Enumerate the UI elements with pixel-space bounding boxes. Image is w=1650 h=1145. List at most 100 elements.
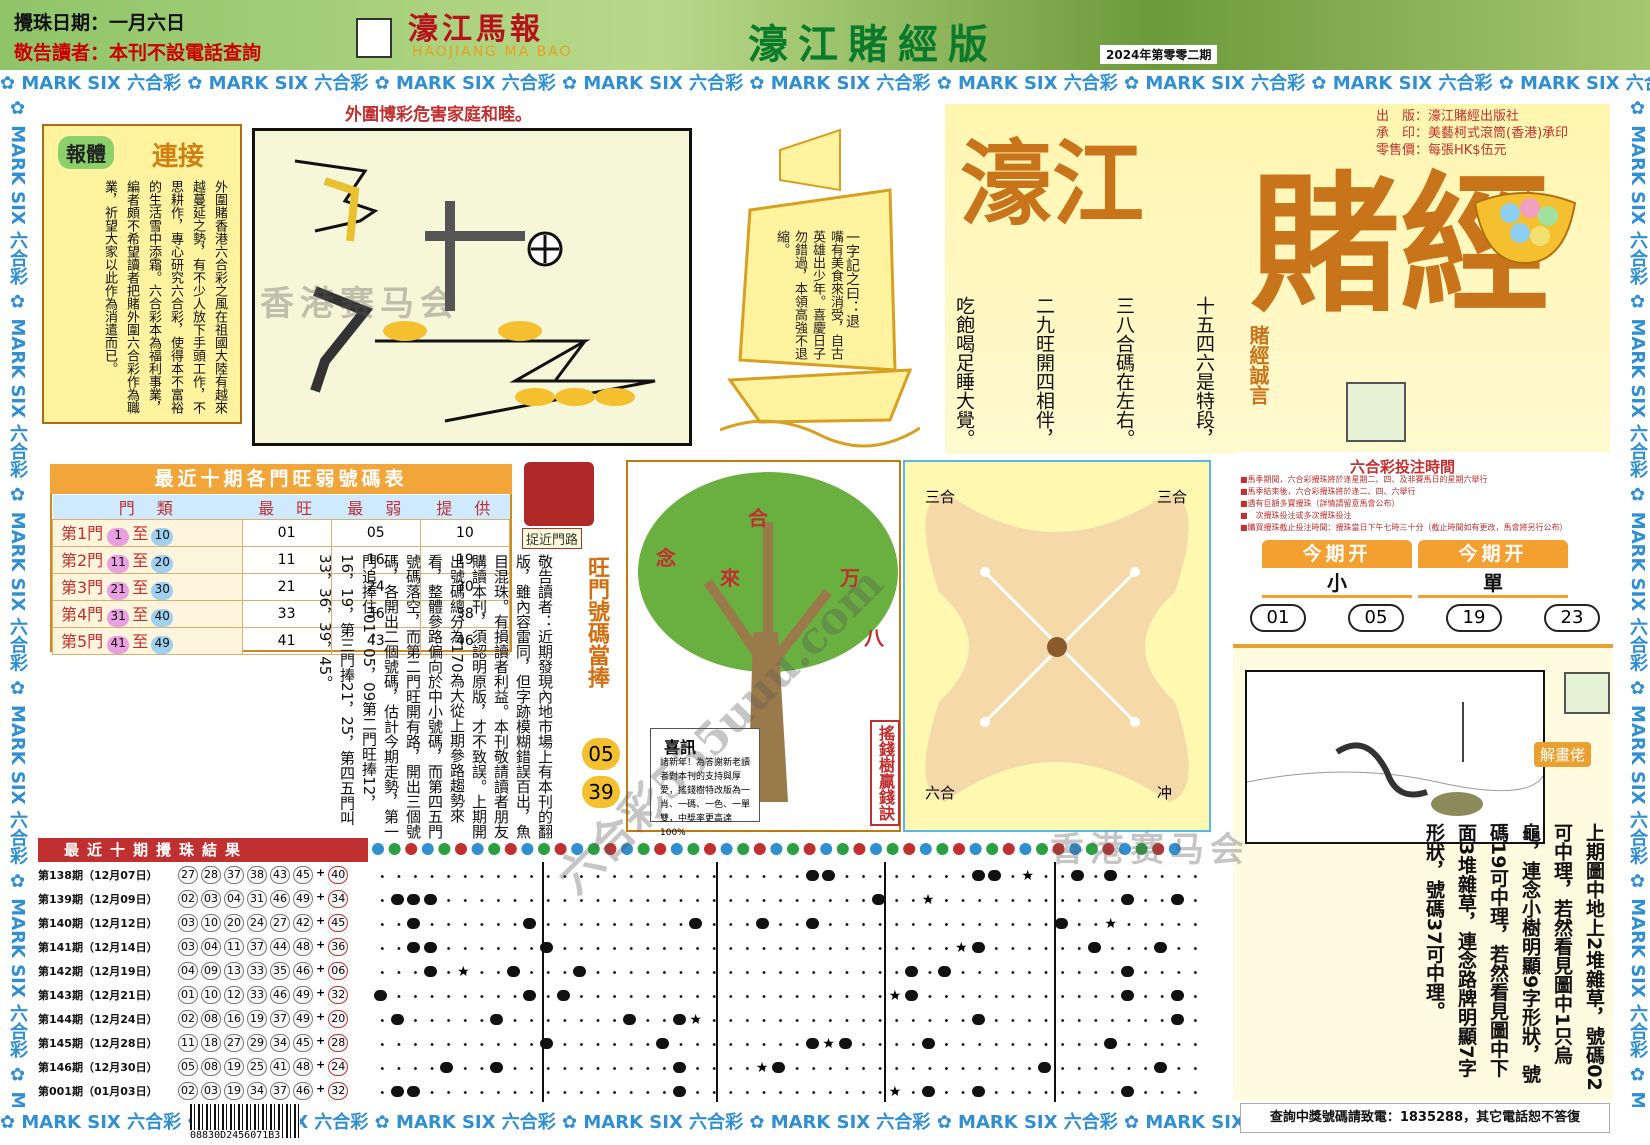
zodiac-x-panel: 三合 三合 六合 冲 [903, 460, 1211, 832]
tree-char-nian: 念 [656, 546, 676, 570]
hit-marker [1104, 1038, 1118, 1049]
publisher-line: 出 版：濠江賭經出版社 [1376, 109, 1520, 124]
result-ball: 33 [247, 962, 267, 980]
result-ball: 37 [247, 938, 267, 956]
result-draw-label: 第140期（12月12日） [38, 917, 158, 930]
hit-marker [672, 1062, 686, 1073]
hit-marker [905, 990, 919, 1001]
number-color-dot [836, 843, 849, 855]
result-ball: 38 [247, 866, 267, 884]
door-label-text: 第1門 [61, 524, 104, 543]
result-special-ball: 28 [328, 1034, 349, 1052]
pick-ball: 05 [1348, 604, 1404, 632]
special-star-marker: ★ [1021, 868, 1034, 884]
number-color-dot [720, 843, 733, 855]
door-row: 第1門 1 至 10 01 05 10 [52, 519, 511, 547]
result-numbers: 27 28 37 38 43 45 +40 [178, 866, 349, 884]
hotline-notice: 查詢中獎號碼請致電：1835288，其它電話恕不答復 [1240, 1103, 1610, 1133]
tree-char-he: 合 [748, 506, 768, 530]
door-label-text: 第5門 [61, 632, 104, 651]
hit-marker [1054, 918, 1068, 929]
result-ball: 49 [293, 986, 313, 1004]
results-title: 最近十期攪珠結果 [38, 838, 368, 862]
result-ball: 11 [178, 1034, 198, 1052]
result-ball: 16 [224, 1010, 244, 1028]
result-draw-label: 第138期（12月07日） [38, 869, 158, 882]
result-ball: 41 [270, 1058, 290, 1076]
result-dot-track [374, 947, 1204, 950]
hit-marker [1121, 894, 1134, 905]
hit-marker [1170, 1014, 1184, 1025]
number-color-dot [687, 843, 700, 855]
result-ball: 27 [270, 914, 290, 932]
hot-door-title: 旺門號碼當捧 [584, 556, 609, 688]
hit-marker [971, 870, 985, 881]
pick-ball: 19 [1446, 604, 1502, 632]
result-ball: 44 [270, 938, 290, 956]
plus-sign: + [316, 1082, 326, 1095]
money-tree-label: 搖錢樹贏錢訣 [870, 720, 900, 826]
number-color-dot [405, 843, 418, 855]
hot-door-number-1: 05 [582, 738, 620, 770]
number-color-dot [953, 843, 965, 855]
plus-sign: + [316, 1058, 326, 1071]
door-range-to: 10 [151, 528, 174, 546]
number-color-dot [521, 843, 534, 855]
result-draw-label: 第139期（12月09日） [38, 893, 158, 906]
mark-six-strip-right: ✿ MARK SIX 六合彩 ✿ MARK SIX 六合彩 ✿ MARK SIX… [1620, 98, 1650, 1107]
result-numbers: 11 18 27 29 34 45 +28 [178, 1034, 349, 1052]
result-ball: 34 [270, 1034, 290, 1052]
hit-marker [689, 918, 703, 929]
number-color-dot [853, 843, 866, 855]
hit-marker [556, 990, 570, 1001]
publisher-info: 出 版：濠江賭經出版社 承 印：美藝柯式滾筒(香港)承印 零售價：每張HK$伍元 [1376, 108, 1568, 159]
number-color-dot [969, 843, 982, 855]
result-ball: 46 [270, 890, 290, 908]
result-draw-label: 第146期（12月30日） [38, 1061, 158, 1074]
plus-sign: + [316, 986, 326, 999]
number-color-dot [1036, 843, 1048, 855]
hit-marker [971, 1014, 985, 1025]
writing-hand-icon [1564, 672, 1610, 714]
article-title: 連接 [152, 142, 205, 172]
riddle-picture [1245, 670, 1545, 844]
result-ball: 31 [247, 890, 267, 908]
plus-sign: + [316, 962, 326, 975]
this-draw-label: 今期开 [1262, 540, 1412, 568]
number-color-dot [820, 843, 833, 855]
riddle-text: 上期圖中地上2堆雜草，號碼02可中理，若然看見圖中1只烏龜，連念小樹明顯9字形狀… [1423, 823, 1605, 1091]
hit-marker [1087, 942, 1101, 953]
hit-marker [523, 990, 537, 1001]
reader-notice-text: 敬告讀者：近期發現內地市場上有本刊的翻版，雖內容雷同，但字跡模糊錯誤百出，魚目混… [316, 554, 554, 839]
door-label-text: 第4門 [61, 605, 104, 624]
result-ball: 29 [247, 1034, 267, 1052]
mark-six-strip-bottom: ✿ MARK SIX 六合彩 ✿ MARK SIX 六合彩 ✿ MARK SIX… [0, 1107, 1240, 1139]
hit-marker [490, 1014, 504, 1025]
result-special-ball: 06 [328, 962, 349, 980]
motto-line-1: 十五四六是特段， [1193, 296, 1215, 448]
result-row: 第145期（12月28日） 11 18 27 29 34 45 +28 ★ [38, 1032, 1208, 1056]
hit-marker [1038, 1062, 1051, 1073]
number-color-dot [803, 843, 816, 855]
hit-marker [905, 966, 919, 977]
result-ball: 37 [224, 866, 244, 884]
number-color-dot [737, 843, 750, 855]
result-ball: 27 [178, 866, 198, 884]
issue-number: 2024年第零零二期 [1100, 45, 1218, 64]
number-color-dot [1019, 843, 1032, 855]
bet-line: ■馬季結束後，六合彩攪珠將於逢二、四、六舉行 [1240, 487, 1416, 496]
this-draw-size: 今期开 小 [1262, 540, 1412, 600]
hit-marker [971, 1086, 985, 1097]
result-ball: 02 [178, 1082, 198, 1100]
hit-marker [1170, 894, 1184, 905]
number-color-dot [886, 843, 899, 855]
riddle-label: 解畫佬 [1534, 742, 1592, 767]
hit-marker [672, 1086, 686, 1097]
zodiac-x-shape [925, 492, 1189, 802]
hit-marker [390, 1014, 404, 1025]
slogan: 外圍博彩危害家庭和睦。 [345, 105, 532, 125]
hit-marker [423, 942, 437, 953]
special-star-marker: ★ [755, 1060, 769, 1076]
result-ball: 04 [178, 962, 198, 980]
result-row: 第141期（12月14日） 03 04 11 37 44 48 +36 ★ [38, 936, 1208, 960]
